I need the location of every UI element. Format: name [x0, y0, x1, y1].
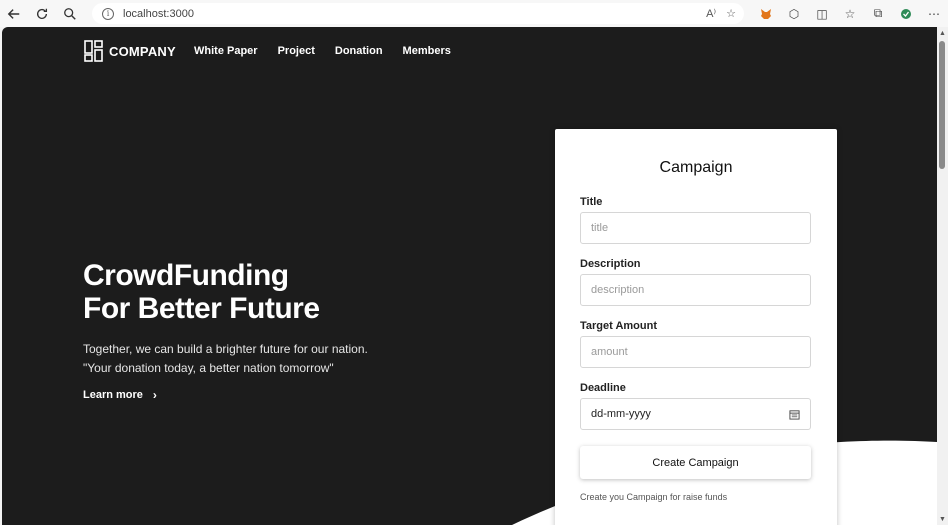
- nav-link-white-paper[interactable]: White Paper: [194, 45, 258, 57]
- refresh-icon: [36, 8, 48, 19]
- description-label: Description: [580, 258, 641, 270]
- title-label: Title: [580, 196, 603, 208]
- hero-text-line-2: "Your donation today, a better nation to…: [83, 361, 334, 375]
- logo-text: COMPANY: [109, 43, 176, 59]
- company-logo[interactable]: COMPANY: [84, 40, 176, 62]
- main-nav: White Paper Project Donation Members: [194, 45, 451, 57]
- description-input[interactable]: [580, 274, 811, 306]
- form-heading: Campaign: [659, 159, 733, 176]
- nav-link-project[interactable]: Project: [278, 45, 315, 57]
- nav-link-members[interactable]: Members: [403, 45, 451, 57]
- split-screen-icon[interactable]: ◫: [808, 0, 836, 27]
- extensions-icon[interactable]: ⬡: [780, 0, 808, 27]
- campaign-form-card: Campaign Title Description Target Amount…: [555, 129, 837, 525]
- address-bar[interactable]: i localhost:3000 A⁾ ☆: [92, 3, 744, 24]
- page-viewport: COMPANY White Paper Project Donation Mem…: [2, 27, 937, 525]
- target-amount-label: Target Amount: [580, 320, 657, 332]
- calendar-icon[interactable]: [789, 409, 800, 420]
- back-arrow-icon: [7, 8, 20, 19]
- title-input[interactable]: [580, 212, 811, 244]
- metamask-extension-icon[interactable]: [752, 0, 780, 27]
- collections-icon[interactable]: ⧉: [864, 0, 892, 27]
- deadline-label: Deadline: [580, 382, 626, 394]
- site-info-icon[interactable]: i: [102, 7, 114, 20]
- chevron-right-icon: ›: [152, 388, 157, 402]
- browser-toolbar: i localhost:3000 A⁾ ☆ ⬡ ◫ ☆ ⧉ ⋯: [0, 0, 948, 27]
- hero-title: CrowdFunding For Better Future: [83, 259, 320, 325]
- search-icon: [64, 7, 76, 20]
- hero-title-line-2: For Better Future: [83, 292, 320, 325]
- hero-text-line-1: Together, we can build a brighter future…: [83, 342, 368, 356]
- scroll-down-arrow-icon[interactable]: ▼: [939, 516, 946, 523]
- url-text: localhost:3000: [123, 7, 194, 20]
- more-options-icon[interactable]: ⋯: [920, 0, 948, 27]
- browser-essentials-icon[interactable]: [892, 0, 920, 27]
- logo-icon: [84, 40, 103, 62]
- page-scrollbar[interactable]: ▲ ▼: [937, 27, 948, 525]
- target-amount-input[interactable]: [580, 336, 811, 368]
- deadline-date-input[interactable]: dd-mm-yyyy: [580, 398, 811, 430]
- search-button[interactable]: [56, 0, 84, 27]
- create-campaign-button[interactable]: Create Campaign: [580, 446, 811, 479]
- scroll-up-arrow-icon[interactable]: ▲: [939, 30, 946, 37]
- learn-more-link[interactable]: Learn more ›: [83, 388, 157, 402]
- favorite-star-icon[interactable]: ☆: [726, 7, 736, 20]
- learn-more-label: Learn more: [83, 389, 143, 401]
- deadline-value: dd-mm-yyyy: [591, 408, 651, 420]
- hero-title-line-1: CrowdFunding: [83, 259, 289, 292]
- scrollbar-thumb[interactable]: [939, 41, 945, 169]
- read-aloud-icon[interactable]: A⁾: [706, 7, 716, 20]
- helper-text: Create you Campaign for raise funds: [580, 492, 728, 502]
- favorites-icon[interactable]: ☆: [836, 0, 864, 27]
- nav-link-donation[interactable]: Donation: [335, 45, 383, 57]
- refresh-button[interactable]: [28, 0, 56, 27]
- back-button[interactable]: [0, 0, 28, 27]
- hero-description: Together, we can build a brighter future…: [83, 340, 368, 378]
